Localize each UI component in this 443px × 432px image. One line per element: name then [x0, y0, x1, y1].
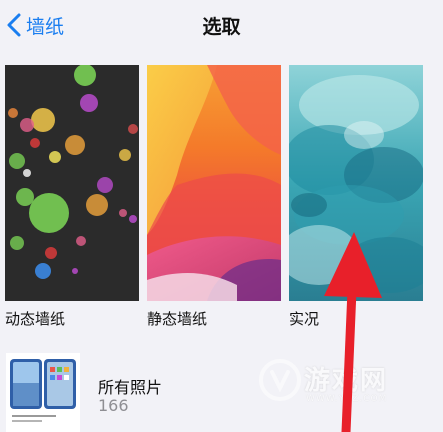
dynamic-wallpaper-label: 动态墙纸 — [5, 310, 66, 328]
all-photos-album-row[interactable]: 所有照片 166 — [0, 345, 443, 432]
live-wallpaper-thumbnail[interactable] — [289, 65, 423, 301]
abstract-wallpaper-image — [147, 65, 281, 301]
dynamic-wallpaper-thumbnail[interactable] — [5, 65, 139, 301]
live-wallpaper-label: 实况 — [289, 310, 320, 328]
bokeh-wallpaper-image — [5, 65, 139, 301]
static-wallpaper-thumbnail[interactable] — [147, 65, 281, 301]
album-name: 所有照片 — [98, 378, 163, 397]
smoke-wallpaper-image — [289, 65, 423, 301]
static-wallpaper-label: 静态墙纸 — [147, 310, 208, 328]
page-title: 选取 — [202, 16, 241, 38]
album-photo-count: 166 — [98, 396, 129, 415]
album-cover-thumbnail — [6, 353, 80, 432]
navigation-bar: 墙纸 选取 — [0, 0, 443, 50]
album-cover-image — [6, 353, 80, 432]
